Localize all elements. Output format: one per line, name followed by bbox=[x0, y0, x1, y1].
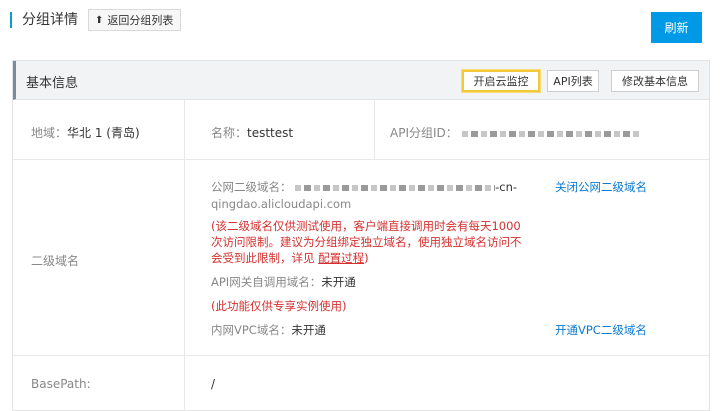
info-row-region: 地域：华北 1 (青岛) 名称：testtest API分组ID： bbox=[13, 100, 709, 160]
vpc-domain-label: 内网VPC域名： bbox=[211, 323, 292, 337]
column-divider bbox=[184, 160, 185, 355]
column-divider bbox=[184, 100, 185, 159]
exclusive-instance-note: (此功能仅供专享实例使用) bbox=[211, 299, 347, 313]
open-vpc-subdomain-link[interactable]: 开通VPC二级域名 bbox=[555, 323, 647, 337]
name-label: 名称： bbox=[211, 126, 248, 140]
public-subdomain-line: 公网二级域名： -cn- bbox=[211, 180, 517, 194]
gateway-domain-line: API网关自调用域名：未开通 bbox=[211, 275, 356, 289]
region-label: 地域： bbox=[31, 126, 68, 140]
basic-info-card: 基本信息 开启云监控 API列表 修改基本信息 地域：华北 1 (青岛) 名称：… bbox=[12, 60, 710, 411]
group-id-label: API分组ID： bbox=[390, 126, 458, 140]
title-accent-bar bbox=[10, 12, 12, 28]
page-title: 分组详情 bbox=[22, 12, 78, 28]
public-subdomain-masked bbox=[295, 184, 496, 191]
column-divider bbox=[184, 356, 185, 411]
test-notice-line-3: 会受到此限制，详见 配置过程) bbox=[211, 251, 369, 265]
subdomain-label: 二级域名 bbox=[31, 254, 80, 268]
public-subdomain-value: qingdao.alicloudapi.com bbox=[211, 197, 352, 211]
gateway-domain-label: API网关自调用域名： bbox=[211, 275, 322, 289]
name-value: testtest bbox=[247, 126, 294, 140]
region-cell: 地域：华北 1 (青岛) bbox=[31, 124, 140, 141]
back-to-group-list-button[interactable]: ⬆ 返回分组列表 bbox=[88, 9, 182, 31]
column-divider bbox=[374, 100, 375, 159]
open-cloud-monitor-button[interactable]: 开启云监控 bbox=[462, 70, 540, 92]
config-process-link[interactable]: 配置过程 bbox=[318, 251, 364, 265]
close-public-subdomain-link[interactable]: 关闭公网二级域名 bbox=[555, 180, 647, 194]
back-button-label: 返回分组列表 bbox=[107, 14, 174, 27]
test-notice-line-2: 次访问限制。建议为分组绑定独立域名，使用独立域名访问不 bbox=[211, 235, 522, 249]
page-header: 分组详情 ⬆ 返回分组列表 刷新 bbox=[0, 0, 720, 50]
name-cell: 名称：testtest bbox=[211, 124, 293, 141]
group-id-cell: API分组ID： bbox=[390, 124, 642, 141]
gateway-domain-value: 未开通 bbox=[321, 275, 356, 289]
edit-basic-info-button[interactable]: 修改基本信息 bbox=[611, 70, 699, 92]
arrow-up-icon: ⬆ bbox=[95, 14, 104, 26]
section-title: 基本信息 bbox=[26, 76, 79, 91]
region-value: 华北 1 (青岛) bbox=[67, 126, 140, 140]
test-notice-line-1: (该二级域名仅供测试使用，客户端直接调用时会有每天1000 bbox=[211, 219, 521, 233]
group-id-masked-value bbox=[461, 130, 642, 137]
basepath-label: BasePath: bbox=[31, 377, 91, 391]
basepath-value: / bbox=[211, 377, 216, 391]
vpc-domain-value: 未开通 bbox=[291, 323, 326, 337]
card-header: 基本信息 开启云监控 API列表 修改基本信息 bbox=[13, 61, 709, 100]
refresh-button[interactable]: 刷新 bbox=[651, 12, 702, 43]
info-row-basepath: BasePath: / bbox=[13, 356, 709, 411]
info-row-subdomain: 二级域名 公网二级域名： -cn- 关闭公网二级域名 qingdao.alicl… bbox=[13, 160, 709, 356]
public-subdomain-suffix: -cn- bbox=[495, 180, 518, 194]
vpc-domain-line: 内网VPC域名：未开通 bbox=[211, 323, 326, 337]
api-list-button[interactable]: API列表 bbox=[547, 70, 599, 92]
public-subdomain-label: 公网二级域名： bbox=[211, 180, 292, 194]
